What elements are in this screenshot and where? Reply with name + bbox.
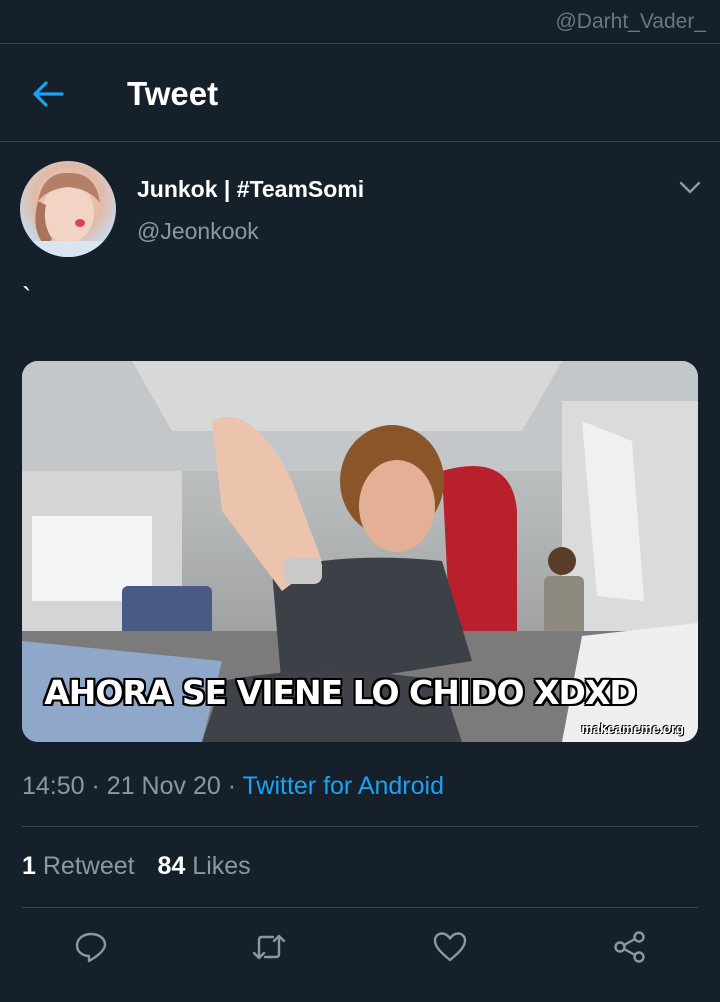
like-icon	[433, 932, 467, 962]
page-title: Tweet	[127, 75, 219, 112]
retweet-label: Retweet	[42, 852, 135, 880]
tweet-time: 14:50	[22, 772, 85, 800]
meme-watermark: makeameme.org	[581, 721, 684, 736]
tweet-stats: 1 Retweet 84 Likes	[22, 852, 267, 881]
retweet-button[interactable]	[250, 928, 288, 966]
author-display-name[interactable]: Junkok | #TeamSomi	[137, 176, 364, 203]
author-handle[interactable]: @Jeonkook	[137, 218, 259, 245]
back-button[interactable]	[28, 74, 68, 114]
divider	[22, 907, 698, 908]
separator-dot: ·	[220, 772, 243, 800]
tweet-timestamp: 14:50 · 21 Nov 20 · Twitter for Android	[22, 772, 444, 801]
share-icon	[614, 931, 645, 963]
reply-icon	[75, 932, 107, 963]
tweet-media-image[interactable]: AHORA SE VIENE LO CHIDO XDXD makeameme.o…	[22, 361, 698, 742]
avatar[interactable]	[20, 161, 116, 257]
status-bar: @Darht_Vader_	[0, 0, 720, 44]
like-label: Likes	[192, 852, 251, 880]
retweet-icon	[252, 934, 286, 960]
reply-button[interactable]	[72, 928, 110, 966]
retweets-stat[interactable]: 1 Retweet	[22, 852, 135, 880]
back-arrow-icon	[33, 81, 64, 107]
like-button[interactable]	[431, 928, 469, 966]
share-button[interactable]	[611, 928, 649, 966]
more-options-button[interactable]	[676, 176, 704, 200]
chevron-down-icon	[679, 181, 701, 194]
tweet-text: `	[22, 282, 32, 313]
likes-stat[interactable]: 84 Likes	[158, 852, 251, 880]
watermark-username: @Darht_Vader_	[555, 10, 706, 33]
tweet-date: 21 Nov 20	[106, 772, 221, 800]
divider	[22, 826, 698, 827]
retweet-count: 1	[22, 852, 36, 880]
meme-caption: AHORA SE VIENE LO CHIDO XDXD	[44, 673, 637, 712]
like-count: 84	[157, 852, 186, 880]
page-header: Tweet	[0, 44, 720, 142]
tweet-source-link[interactable]: Twitter for Android	[243, 772, 444, 800]
separator-dot: ·	[84, 772, 107, 800]
avatar-image	[20, 172, 116, 257]
